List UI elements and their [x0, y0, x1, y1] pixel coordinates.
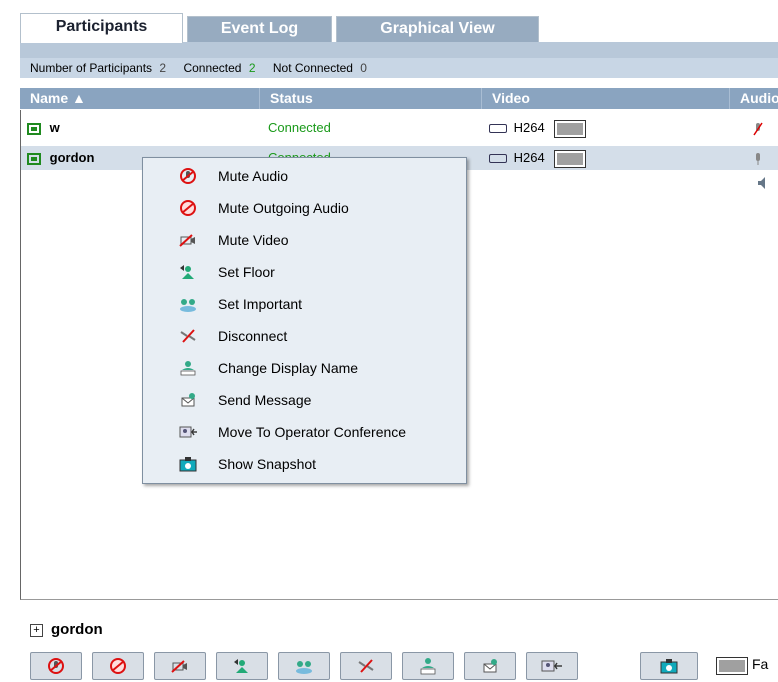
tab-participants[interactable]: Participants — [20, 13, 183, 43]
connected-label: Connected — [183, 61, 242, 75]
expand-icon[interactable]: + — [30, 623, 43, 637]
move-to-operator-icon — [541, 660, 562, 672]
mute-audio-icon — [180, 168, 196, 184]
snapshot-icon — [179, 457, 197, 472]
set-floor-button[interactable] — [216, 652, 268, 680]
tab-event-log[interactable]: Event Log — [187, 16, 332, 43]
layout-icon[interactable] — [554, 149, 587, 168]
menu-item-mute-outgoing-audio[interactable]: Mute Outgoing Audio — [143, 193, 466, 225]
menu-item-show-snapshot[interactable]: Show Snapshot — [143, 449, 466, 481]
send-message-icon — [483, 659, 497, 673]
mute-audio-button[interactable] — [30, 652, 82, 680]
layout-selector[interactable]: Fa — [714, 652, 778, 680]
menu-item-label: Move To Operator Conference — [218, 424, 407, 440]
participant-status: Connected — [268, 120, 331, 135]
action-toolbar: Fa — [30, 652, 778, 682]
disconnect-button[interactable] — [340, 652, 392, 680]
menu-item-label: Set Important — [218, 296, 303, 312]
menu-item-change-display-name[interactable]: Change Display Name — [143, 353, 466, 385]
connected-count: 2 — [248, 61, 256, 75]
not-connected-label: Not Connected — [272, 61, 353, 75]
participant-screen-icon — [27, 152, 41, 165]
video-cell: H264 — [489, 116, 587, 140]
menu-item-set-important[interactable]: Set Important — [143, 289, 466, 321]
participants-count: 2 — [159, 61, 167, 75]
name-cell: w — [27, 116, 60, 140]
column-header-video[interactable]: Video — [482, 88, 730, 109]
speaker-icon[interactable] — [757, 176, 767, 190]
set-floor-icon — [234, 659, 248, 673]
audio-cell — [753, 116, 778, 159]
video-codec: H264 — [513, 150, 545, 165]
participant-name: w — [49, 120, 60, 135]
table-row[interactable]: w Connected H264 — [21, 116, 778, 159]
menu-item-send-message[interactable]: Send Message — [143, 385, 466, 417]
panel-top-strip — [20, 42, 778, 58]
menu-item-set-floor[interactable]: Set Floor — [143, 257, 466, 289]
name-cell: gordon — [27, 146, 94, 170]
send-message-icon — [181, 393, 195, 407]
details-name: gordon — [51, 621, 103, 638]
layout-icon[interactable] — [554, 119, 587, 138]
menu-item-label: Change Display Name — [218, 360, 359, 376]
layout-icon — [716, 657, 748, 675]
layout-selector-label: Fa — [752, 656, 769, 672]
mute-outgoing-audio-icon — [110, 658, 126, 674]
tab-graphical-view[interactable]: Graphical View — [336, 16, 539, 43]
menu-item-label: Mute Video — [218, 232, 289, 248]
menu-item-label: Show Snapshot — [218, 456, 317, 472]
snapshot-icon — [660, 659, 678, 674]
disconnect-icon — [358, 659, 374, 673]
camera-icon — [489, 154, 507, 164]
mute-video-button[interactable] — [154, 652, 206, 680]
table-header: Name ▲ Status Video Audio — [20, 88, 778, 109]
menu-item-move-to-operator-conference[interactable]: Move To Operator Conference — [143, 417, 466, 449]
video-cell: H264 — [489, 146, 587, 170]
camera-icon — [489, 124, 507, 134]
video-codec: H264 — [513, 120, 545, 135]
menu-item-label: Mute Audio — [218, 168, 289, 184]
participant-summary: Number of Participants 2 Connected 2 Not… — [20, 58, 778, 78]
menu-item-mute-video[interactable]: Mute Video — [143, 225, 466, 257]
set-important-button[interactable] — [278, 652, 330, 680]
set-floor-icon — [180, 265, 194, 279]
column-header-status[interactable]: Status — [260, 88, 482, 109]
participant-details: + gordon — [30, 620, 103, 640]
menu-item-label: Disconnect — [218, 328, 288, 344]
set-important-icon — [180, 299, 196, 312]
participant-name: gordon — [49, 150, 95, 165]
mute-audio-icon — [48, 658, 64, 674]
move-to-operator-icon — [179, 426, 197, 438]
change-display-name-button[interactable] — [402, 652, 454, 680]
microphone-muted-icon[interactable] — [753, 122, 763, 136]
disconnect-icon — [180, 329, 196, 343]
menu-item-label: Set Floor — [218, 264, 275, 280]
not-connected-count: 0 — [360, 61, 367, 75]
participant-screen-icon — [27, 122, 41, 135]
audio-cell — [753, 146, 778, 189]
menu-item-label: Send Message — [218, 392, 312, 408]
mute-outgoing-audio-button[interactable] — [92, 652, 144, 680]
set-important-icon — [296, 661, 312, 674]
change-display-name-icon — [180, 361, 196, 376]
column-header-name[interactable]: Name ▲ — [20, 88, 260, 109]
context-menu: Mute Audio Mute Outgoing Audio Mute Vide… — [142, 157, 467, 484]
mute-video-icon — [179, 234, 195, 247]
mute-outgoing-audio-icon — [180, 200, 196, 216]
send-message-button[interactable] — [464, 652, 516, 680]
change-display-name-icon — [420, 658, 436, 675]
menu-item-label: Mute Outgoing Audio — [218, 200, 349, 216]
move-to-operator-button[interactable] — [526, 652, 578, 680]
mute-video-icon — [171, 660, 187, 673]
menu-item-disconnect[interactable]: Disconnect — [143, 321, 466, 353]
microphone-icon[interactable] — [753, 152, 763, 166]
show-snapshot-button[interactable] — [640, 652, 698, 680]
column-header-audio[interactable]: Audio — [730, 88, 778, 109]
participants-count-label: Number of Participants — [30, 61, 153, 75]
menu-item-mute-audio[interactable]: Mute Audio — [143, 161, 466, 193]
